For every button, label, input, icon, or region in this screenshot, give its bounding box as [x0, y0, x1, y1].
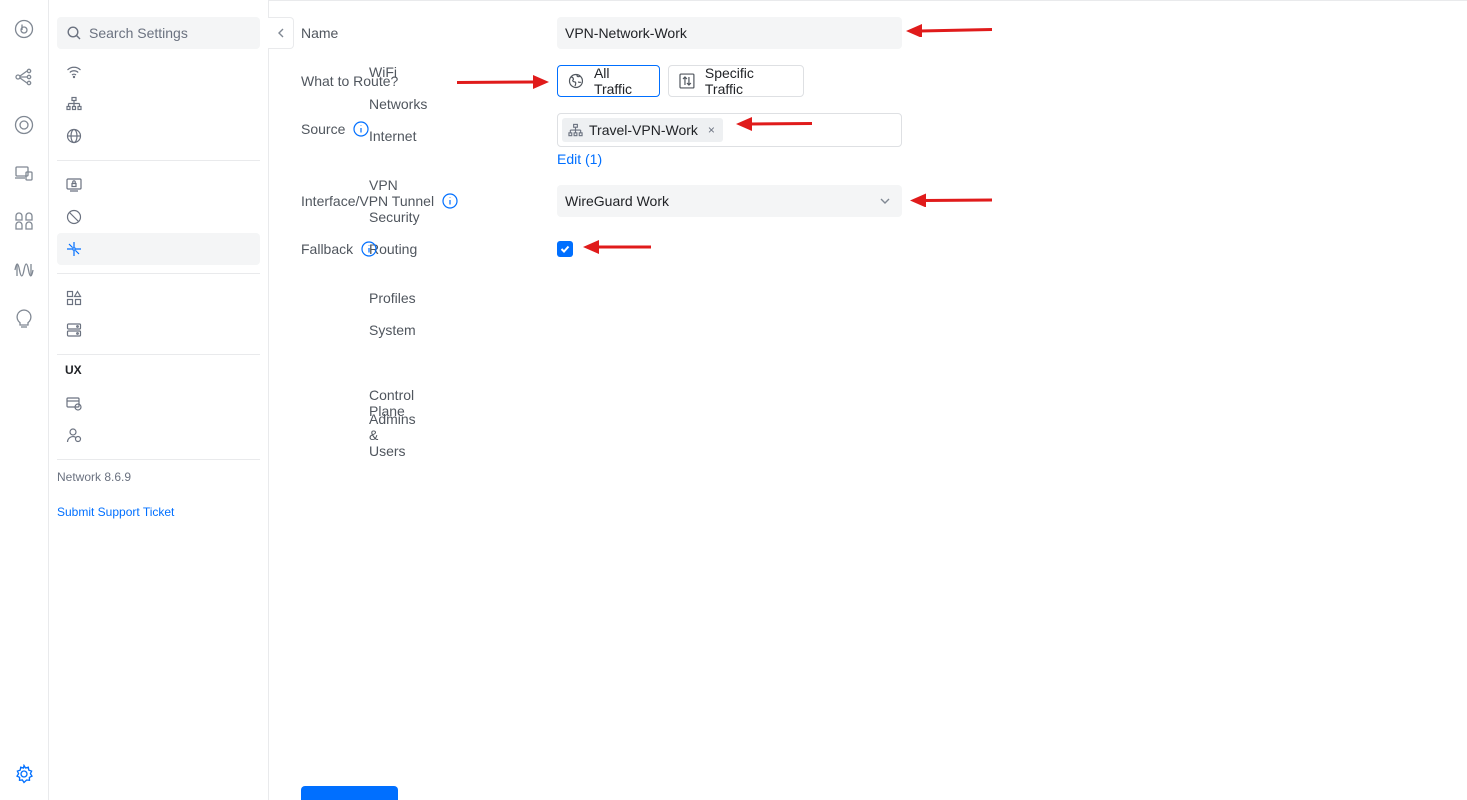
ux-group-title: UX — [65, 363, 82, 377]
route-label-text: What to Route? — [301, 73, 399, 89]
sidebar-item-wifi[interactable]: WiFi — [57, 56, 397, 88]
cancel-button[interactable]: Cancel — [414, 786, 494, 800]
network-icon — [568, 123, 583, 136]
chevron-left-icon — [277, 28, 283, 38]
chevron-down-icon — [880, 198, 890, 204]
sidebar-divider — [57, 459, 260, 460]
name-label-text: Name — [301, 25, 339, 41]
fallback-label-text: Fallback — [301, 241, 354, 257]
annotation-arrow — [910, 193, 993, 208]
sidebar-divider — [57, 354, 260, 355]
all-traffic-option[interactable]: All Traffic — [557, 65, 660, 97]
sidebar-item-label: System — [369, 322, 416, 338]
route-label: What to Route? — [301, 73, 398, 89]
radio-waves-icon[interactable] — [12, 258, 36, 282]
specific-traffic-label: Specific Traffic — [704, 65, 754, 97]
sidebar-item-internet[interactable]: Internet — [57, 120, 416, 152]
interface-label-text: Interface/VPN Tunnel — [301, 193, 435, 209]
transfer-icon — [679, 73, 695, 89]
source-label: Source — [301, 121, 369, 137]
globe-icon — [568, 73, 584, 89]
app-version: Network 8.6.9 — [57, 470, 132, 484]
sidebar-item-label: Profiles — [369, 290, 416, 306]
sidebar-item-admins-users[interactable]: Admins & Users — [57, 411, 416, 459]
sidebar-item-label: Security — [369, 209, 420, 225]
source-chip-label: Travel-VPN-Work — [589, 122, 698, 138]
control-plane-icon — [66, 397, 82, 411]
sidebar-item-label: Networks — [369, 96, 428, 112]
checkmark-icon — [560, 245, 570, 253]
interface-select-value: WireGuard Work — [565, 193, 669, 209]
interface-label: Interface/VPN Tunnel — [301, 193, 458, 209]
settings-sidebar: WiFi Networks Internet VPN Security Rout… — [49, 0, 427, 800]
unifi-devices-icon[interactable] — [12, 113, 36, 137]
app-rail — [0, 0, 49, 800]
annotation-arrow — [906, 23, 993, 38]
name-label: Name — [301, 25, 338, 41]
sidebar-item-label: Admins & Users — [369, 411, 416, 459]
specific-traffic-option[interactable]: Specific Traffic — [668, 65, 804, 97]
profiles-icon — [66, 290, 82, 306]
edit-source-link[interactable]: Edit (1) — [557, 151, 602, 167]
all-traffic-label: All Traffic — [593, 65, 633, 97]
remove-chip-button[interactable]: × — [708, 123, 715, 137]
insights-icon[interactable] — [12, 306, 36, 330]
fallback-label: Fallback — [301, 241, 377, 257]
search-input[interactable] — [89, 25, 249, 41]
network-icon — [66, 96, 82, 111]
submit-support-ticket-link[interactable]: Submit Support Ticket — [57, 505, 174, 519]
gear-icon[interactable] — [12, 762, 36, 786]
client-devices-icon[interactable] — [12, 161, 36, 185]
annotation-arrow — [456, 75, 549, 89]
sidebar-item-security[interactable]: Security — [57, 201, 420, 233]
annotation-arrow — [736, 117, 813, 131]
info-icon[interactable] — [442, 193, 458, 209]
add-route-button[interactable]: Add Route — [301, 786, 398, 800]
apps-icon[interactable] — [12, 209, 36, 233]
info-icon[interactable] — [353, 121, 369, 137]
sidebar-item-profiles[interactable]: Profiles — [57, 282, 416, 314]
shield-icon — [66, 209, 82, 225]
source-select[interactable]: Travel-VPN-Work × — [557, 113, 902, 147]
fallback-checkbox[interactable] — [557, 241, 573, 257]
sidebar-item-control-plane[interactable]: Control Plane — [57, 387, 414, 419]
search-box[interactable] — [57, 17, 260, 49]
source-label-text: Source — [301, 121, 346, 137]
sidebar-item-networks[interactable]: Networks — [57, 88, 427, 120]
sidebar-divider — [57, 160, 260, 161]
globe-icon — [66, 128, 82, 144]
dashboard-icon[interactable] — [12, 17, 36, 41]
topology-icon[interactable] — [12, 64, 36, 88]
sidebar-item-label: Internet — [369, 128, 417, 144]
source-chip: Travel-VPN-Work × — [562, 118, 723, 142]
system-icon — [66, 323, 82, 337]
wifi-icon — [67, 66, 81, 79]
sidebar-item-routing[interactable]: Routing — [57, 233, 417, 265]
sidebar-item-label: VPN — [369, 177, 398, 193]
sidebar-item-vpn[interactable]: VPN — [57, 169, 398, 201]
annotation-arrow — [583, 240, 651, 254]
collapse-sidebar-button[interactable] — [268, 17, 294, 49]
info-icon[interactable] — [361, 241, 377, 257]
search-icon — [67, 26, 81, 40]
routing-icon — [67, 242, 81, 256]
sidebar-item-system[interactable]: System — [57, 314, 416, 346]
sidebar-divider — [57, 273, 260, 274]
interface-select[interactable]: WireGuard Work — [557, 185, 902, 217]
admins-icon — [66, 428, 82, 443]
vpn-icon — [66, 178, 82, 192]
name-input[interactable] — [557, 17, 902, 49]
